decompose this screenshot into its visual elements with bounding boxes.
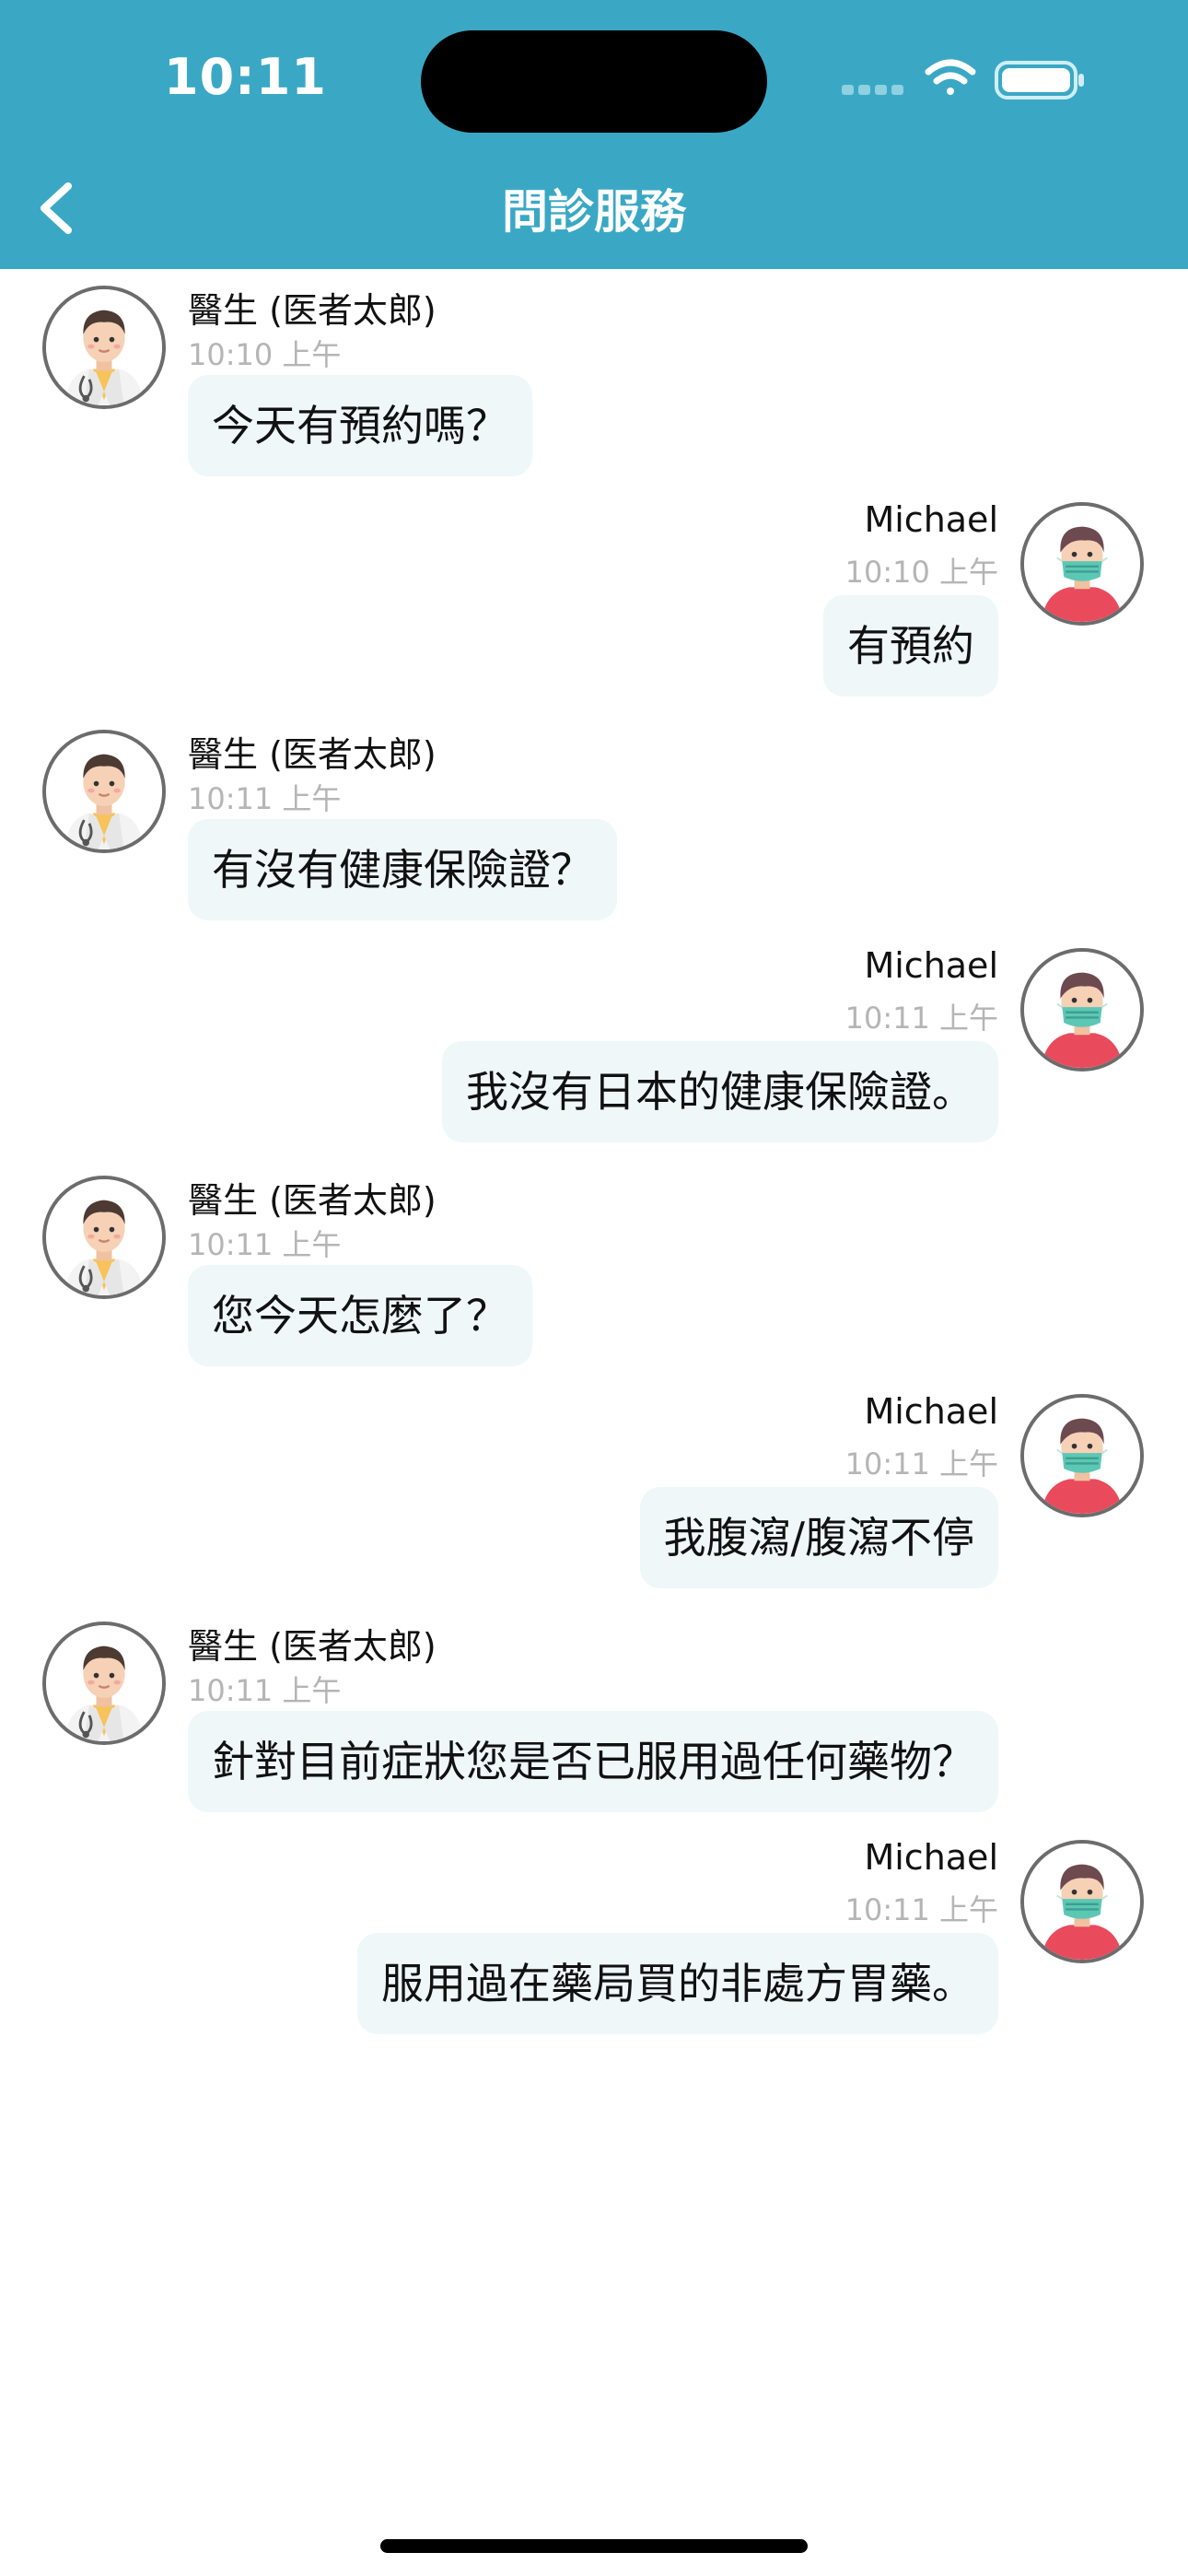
message-bubble[interactable]: 服用過在藥局買的非處方胃藥。 bbox=[357, 1933, 998, 2034]
status-time: 10:11 bbox=[164, 48, 327, 106]
message-item: 醫生 (医者太郎) 10:11 上午 您今天怎麼了？ bbox=[0, 1159, 1188, 1380]
page-title: 問診服務 bbox=[502, 185, 686, 239]
message-bubble[interactable]: 我沒有日本的健康保險證。 bbox=[442, 1041, 998, 1142]
app-header: 10:11 問診服務 bbox=[0, 0, 1188, 269]
sender-name: 醫生 (医者太郎) bbox=[188, 1180, 437, 1221]
message-time: 10:11 上午 bbox=[844, 1892, 998, 1927]
message-time: 10:10 上午 bbox=[844, 555, 998, 590]
message-item: 醫生 (医者太郎) 10:10 上午 今天有預約嗎？ bbox=[0, 269, 1188, 490]
message-bubble[interactable]: 我腹瀉/腹瀉不停 bbox=[639, 1487, 998, 1588]
message-bubble[interactable]: 有預約 bbox=[823, 595, 998, 697]
message-time: 10:11 上午 bbox=[188, 1673, 342, 1708]
sender-name: Michael bbox=[864, 1391, 998, 1432]
dynamic-island bbox=[421, 30, 767, 133]
doctor-avatar-icon[interactable] bbox=[42, 730, 166, 853]
status-icons bbox=[842, 59, 1084, 100]
home-indicator bbox=[380, 2539, 808, 2553]
sender-name: Michael bbox=[864, 1837, 998, 1878]
message-bubble[interactable]: 針對目前症狀您是否已服用過任何藥物？ bbox=[188, 1711, 998, 1812]
masked-patient-avatar-icon[interactable] bbox=[1020, 502, 1144, 626]
message-item: 醫生 (医者太郎) 10:11 上午 針對目前症狀您是否已服用過任何藥物？ bbox=[0, 1605, 1188, 1826]
message-bubble[interactable]: 今天有預約嗎？ bbox=[188, 375, 532, 476]
battery-icon bbox=[995, 61, 1084, 100]
doctor-avatar-icon[interactable] bbox=[42, 286, 166, 409]
chat-list[interactable]: 醫生 (医者太郎) 10:10 上午 今天有預約嗎？ Michael 10:10… bbox=[0, 269, 1188, 2517]
cellular-signal-icon bbox=[842, 85, 903, 95]
message-bubble[interactable]: 您今天怎麼了？ bbox=[188, 1265, 532, 1366]
masked-patient-avatar-icon[interactable] bbox=[1020, 948, 1144, 1071]
message-item: 醫生 (医者太郎) 10:11 上午 有沒有健康保險證？ bbox=[0, 713, 1188, 934]
message-time: 10:11 上午 bbox=[844, 1446, 998, 1481]
wifi-icon bbox=[925, 59, 976, 95]
sender-name: 醫生 (医者太郎) bbox=[188, 734, 437, 775]
message-bubble[interactable]: 有沒有健康保險證？ bbox=[188, 819, 617, 920]
message-time: 10:10 上午 bbox=[188, 337, 342, 372]
masked-patient-avatar-icon[interactable] bbox=[1020, 1394, 1144, 1517]
doctor-avatar-icon[interactable] bbox=[42, 1622, 166, 1745]
message-time: 10:11 上午 bbox=[844, 1001, 998, 1036]
masked-patient-avatar-icon[interactable] bbox=[1020, 1840, 1144, 1963]
message-item: Michael 10:11 上午 我腹瀉/腹瀉不停 bbox=[0, 1382, 1188, 1603]
sender-name: Michael bbox=[864, 945, 998, 986]
message-item: Michael 10:11 上午 服用過在藥局買的非處方胃藥。 bbox=[0, 1828, 1188, 2049]
sender-name: 醫生 (医者太郎) bbox=[188, 1626, 437, 1667]
sender-name: 醫生 (医者太郎) bbox=[188, 290, 437, 331]
doctor-avatar-icon[interactable] bbox=[42, 1176, 166, 1299]
message-time: 10:11 上午 bbox=[188, 781, 342, 816]
message-item: Michael 10:11 上午 我沒有日本的健康保險證。 bbox=[0, 936, 1188, 1157]
message-item: Michael 10:10 上午 有預約 bbox=[0, 490, 1188, 711]
sender-name: Michael bbox=[864, 499, 998, 540]
message-time: 10:11 上午 bbox=[188, 1227, 342, 1262]
